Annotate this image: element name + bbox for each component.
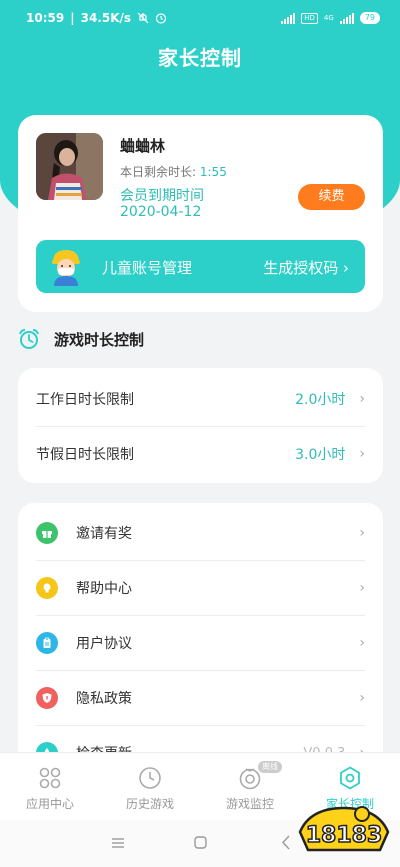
network-type: 4G <box>323 13 334 22</box>
status-separator: | <box>70 11 75 25</box>
chevron-right-icon: › <box>343 259 349 277</box>
chevron-right-icon: › <box>359 635 365 651</box>
tab-app-center[interactable]: 应用中心 <box>0 753 100 821</box>
menu-icon[interactable] <box>111 837 125 849</box>
tab-game-monitor[interactable]: 离线 游戏监控 <box>200 753 300 821</box>
menu-item-invite[interactable]: 邀请有奖 › <box>18 506 383 560</box>
child-account-label: 儿童账号管理 <box>102 259 193 277</box>
renew-button[interactable]: 续费 <box>298 184 365 210</box>
battery-icon: 79 <box>359 12 380 24</box>
remaining-time: 本日剩余时长: 1:55 <box>120 163 227 180</box>
tab-label: 应用中心 <box>25 797 74 811</box>
menu-item-label: 邀请有奖 <box>76 526 132 542</box>
remaining-time-label: 本日剩余时长: <box>120 165 197 179</box>
chevron-right-icon: › <box>359 690 365 706</box>
remaining-time-value: 1:55 <box>199 165 227 179</box>
holiday-limit-row[interactable]: 节假日时长限制 3.0小时 › <box>18 425 383 482</box>
status-bar: 10:59 | 34.5K/s HD 4G 79 <box>0 0 400 36</box>
menu-item-label: 用户协议 <box>76 636 132 652</box>
membership-expiry-label: 会员到期时间 <box>120 188 204 204</box>
generate-auth-code-label: 生成授权码 <box>263 259 339 277</box>
chevron-right-icon: › <box>359 445 365 462</box>
chevron-right-icon: › <box>359 580 365 596</box>
page-title: 家长控制 <box>158 46 242 70</box>
avatar-image <box>36 133 103 200</box>
chevron-right-icon: › <box>359 390 365 407</box>
settings-menu-card: 邀请有奖 › 帮助中心 › 用户协议 › 隐私政策 › 检查更新 V0.0.3 … <box>18 503 383 763</box>
tab-label: 游戏监控 <box>225 797 274 811</box>
signal-icon-2 <box>339 12 354 24</box>
membership-expiry-date: 2020-04-12 <box>120 204 202 220</box>
weekday-limit-value: 2.0小时 <box>295 391 346 408</box>
watermark-text: 18183 <box>306 823 383 848</box>
username: 蛐蛐林 <box>120 137 166 155</box>
clock-icon <box>139 767 161 789</box>
hd-icon: HD <box>301 12 318 24</box>
time-limit-card: 工作日时长限制 2.0小时 › 节假日时长限制 3.0小时 › <box>18 368 383 483</box>
menu-item-label: 帮助中心 <box>76 581 132 597</box>
tab-history-games[interactable]: 历史游戏 <box>100 753 200 821</box>
chevron-right-icon: › <box>359 525 365 541</box>
clipboard-icon <box>36 632 58 654</box>
menu-item-help[interactable]: 帮助中心 › <box>18 561 383 615</box>
weekday-limit-row[interactable]: 工作日时长限制 2.0小时 › <box>18 370 383 427</box>
holiday-limit-label: 节假日时长限制 <box>36 446 134 463</box>
watermark-logo: 18183 <box>292 798 396 860</box>
avatar[interactable] <box>36 133 103 200</box>
offline-badge: 离线 <box>258 761 282 773</box>
tab-label: 历史游戏 <box>125 797 174 811</box>
alarm-icon <box>155 13 167 24</box>
gift-icon <box>36 522 58 544</box>
apps-grid-icon <box>39 767 61 789</box>
section-title: 游戏时长控制 <box>54 330 145 349</box>
status-time: 10:59 <box>26 11 65 25</box>
back-icon[interactable] <box>281 835 291 850</box>
shield-icon <box>36 687 58 709</box>
mute-icon <box>137 12 149 24</box>
menu-item-privacy-policy[interactable]: 隐私政策 › <box>18 671 383 725</box>
generate-auth-code-link[interactable]: 生成授权码 › <box>263 257 349 278</box>
holiday-limit-value: 3.0小时 <box>295 446 346 463</box>
child-avatar-icon <box>52 250 80 286</box>
alarm-clock-icon <box>19 329 39 349</box>
lightbulb-icon <box>36 577 58 599</box>
weekday-limit-label: 工作日时长限制 <box>36 391 134 408</box>
game-time-section-header: 游戏时长控制 <box>18 328 144 350</box>
status-speed: 34.5K/s <box>80 11 132 25</box>
child-account-manage-bar[interactable]: 儿童账号管理 生成授权码 › <box>36 240 365 293</box>
signal-icon <box>281 12 296 24</box>
home-icon[interactable] <box>194 836 207 849</box>
menu-item-user-agreement[interactable]: 用户协议 › <box>18 616 383 670</box>
profile-card: 蛐蛐林 本日剩余时长: 1:55 会员到期时间 2020-04-12 续费 儿童… <box>18 115 383 312</box>
hexagon-settings-icon <box>340 766 360 790</box>
menu-item-label: 隐私政策 <box>76 691 132 707</box>
